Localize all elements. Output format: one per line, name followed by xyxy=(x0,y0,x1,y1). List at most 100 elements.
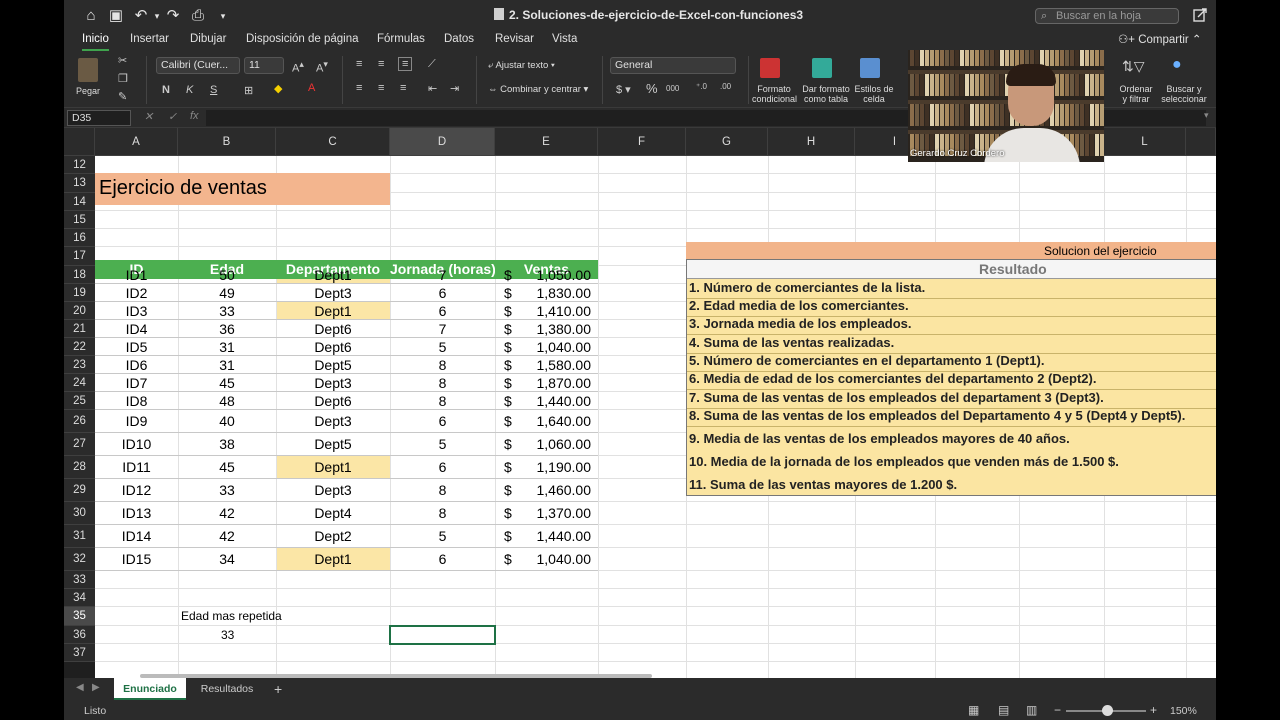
cell-dept[interactable]: Dept3 xyxy=(276,374,390,392)
cell-edad[interactable]: 49 xyxy=(178,284,276,302)
row-header-19[interactable]: 19 xyxy=(64,284,95,302)
cell-id[interactable]: ID5 xyxy=(95,338,178,356)
column-header-l[interactable]: L xyxy=(1104,128,1186,156)
cell-dept[interactable]: Dept4 xyxy=(276,502,390,525)
percent-icon[interactable]: % xyxy=(646,81,658,96)
copy-icon[interactable]: ❐ xyxy=(118,72,128,85)
collapse-ribbon-icon[interactable]: ⌃ xyxy=(1192,34,1202,46)
row-header-17[interactable]: 17 xyxy=(64,247,95,266)
decrease-decimal-icon[interactable]: .00 xyxy=(720,82,731,91)
row-header-18[interactable]: 18 xyxy=(64,266,95,284)
zoom-out-icon[interactable]: − xyxy=(1054,703,1061,717)
active-cell-d35[interactable] xyxy=(389,625,496,645)
align-right-icon[interactable]: ≡ xyxy=(400,82,406,94)
share-button[interactable]: ⚇+ Compartir ⌃ xyxy=(1118,32,1202,46)
cell-jornada[interactable]: 8 xyxy=(390,479,495,502)
cell-id[interactable]: ID13 xyxy=(95,502,178,525)
cell-edad[interactable]: 45 xyxy=(178,374,276,392)
cell-ventas[interactable]: 1,640.00 xyxy=(515,410,592,433)
select-all-corner[interactable] xyxy=(64,128,95,156)
orientation-icon[interactable]: ⟋ xyxy=(428,58,436,71)
zoom-in-icon[interactable]: + xyxy=(1150,703,1157,717)
row-header-15[interactable]: 15 xyxy=(64,211,95,229)
cell-id[interactable]: ID2 xyxy=(95,284,178,302)
cell-styles-icon[interactable] xyxy=(860,58,880,78)
home-icon[interactable]: ⌂ xyxy=(82,7,100,25)
cell-dept[interactable]: Dept6 xyxy=(276,392,390,410)
cell-jornada[interactable]: 8 xyxy=(390,356,495,374)
cell-edad[interactable]: 40 xyxy=(178,410,276,433)
cell-edad[interactable]: 33 xyxy=(178,479,276,502)
thousands-icon[interactable]: 000 xyxy=(666,84,679,93)
row-header-26[interactable]: 26 xyxy=(64,410,95,433)
enter-icon[interactable]: ✓ xyxy=(168,110,177,123)
cell-dept[interactable]: Dept5 xyxy=(276,433,390,456)
cell-id[interactable]: ID14 xyxy=(95,525,178,548)
name-box[interactable]: D35 xyxy=(67,110,131,126)
cell-edad[interactable]: 33 xyxy=(178,302,276,320)
cell-ventas[interactable]: 1,440.00 xyxy=(515,392,592,410)
decrease-font-icon[interactable]: A▾ xyxy=(316,59,328,75)
cell-ventas[interactable]: 1,410.00 xyxy=(515,302,592,320)
cell-id[interactable]: ID8 xyxy=(95,392,178,410)
row-header-32[interactable]: 32 xyxy=(64,548,95,571)
page-layout-view-icon[interactable]: ▤ xyxy=(998,703,1009,717)
customize-toolbar-icon[interactable]: ▾ xyxy=(214,7,232,25)
row-header-20[interactable]: 20 xyxy=(64,302,95,320)
sheet-tab-enunciado[interactable]: Enunciado xyxy=(114,678,186,700)
column-header-e[interactable]: E xyxy=(495,128,598,156)
cell-edad[interactable]: 38 xyxy=(178,433,276,456)
row-header-23[interactable]: 23 xyxy=(64,356,95,374)
search-sheet-input[interactable]: ⌕ Buscar en la hoja xyxy=(1035,8,1179,24)
column-header-h[interactable]: H xyxy=(768,128,855,156)
cell-id[interactable]: ID3 xyxy=(95,302,178,320)
next-sheet-icon[interactable]: ▶ xyxy=(92,682,100,693)
cell-dept[interactable]: Dept1 xyxy=(276,548,390,571)
cell-edad[interactable]: 50 xyxy=(178,266,276,284)
cell-jornada[interactable]: 7 xyxy=(390,320,495,338)
tab-revisar[interactable]: Revisar xyxy=(495,33,534,45)
borders-icon[interactable]: ⊞ xyxy=(244,84,253,97)
sort-filter-icon[interactable]: ⇅▽ xyxy=(1122,58,1145,75)
expand-formula-icon[interactable]: ▾ xyxy=(1204,110,1209,121)
cell-ventas[interactable]: 1,380.00 xyxy=(515,320,592,338)
tab-dibujar[interactable]: Dibujar xyxy=(190,33,226,45)
cell-jornada[interactable]: 7 xyxy=(390,266,495,284)
cell-edad[interactable]: 42 xyxy=(178,502,276,525)
cell-jornada[interactable]: 8 xyxy=(390,392,495,410)
print-icon[interactable]: ⎙ xyxy=(189,7,207,25)
cut-icon[interactable]: ✂ xyxy=(118,54,127,67)
cell-dept[interactable]: Dept1 xyxy=(276,302,390,320)
bold-icon[interactable]: N xyxy=(162,84,170,96)
prev-sheet-icon[interactable]: ◀ xyxy=(76,682,84,693)
row-header-16[interactable]: 16 xyxy=(64,229,95,247)
clipboard-icon[interactable] xyxy=(78,58,98,82)
align-top-icon[interactable]: ≡ xyxy=(356,58,362,70)
normal-view-icon[interactable]: ▦ xyxy=(968,703,979,717)
share-sheet-icon[interactable] xyxy=(1192,7,1208,23)
cell-jornada[interactable]: 6 xyxy=(390,456,495,479)
function-icon[interactable]: fx xyxy=(190,110,199,122)
row-header-22[interactable]: 22 xyxy=(64,338,95,356)
font-size-select[interactable]: 11 xyxy=(244,57,284,74)
currency-format-icon[interactable]: $ ▾ xyxy=(616,83,631,96)
cell-edad[interactable]: 31 xyxy=(178,356,276,374)
cell-edad[interactable]: 31 xyxy=(178,338,276,356)
cell-edad[interactable]: 34 xyxy=(178,548,276,571)
column-header-c[interactable]: C xyxy=(276,128,390,156)
cell-dept[interactable]: Dept1 xyxy=(276,456,390,479)
row-header-36[interactable]: 36 xyxy=(64,626,95,644)
cell-jornada[interactable]: 6 xyxy=(390,284,495,302)
italic-icon[interactable]: K xyxy=(186,84,193,96)
row-header-30[interactable]: 30 xyxy=(64,502,95,525)
row-header-25[interactable]: 25 xyxy=(64,392,95,410)
cell-jornada[interactable]: 8 xyxy=(390,374,495,392)
cell-edad[interactable]: 36 xyxy=(178,320,276,338)
tab-inicio[interactable]: Inicio xyxy=(82,33,109,51)
column-header-d[interactable]: D xyxy=(390,128,495,156)
redo-icon[interactable]: ↷ xyxy=(164,7,182,25)
format-painter-icon[interactable]: ✎ xyxy=(118,90,127,103)
cell-id[interactable]: ID7 xyxy=(95,374,178,392)
increase-decimal-icon[interactable]: ⁺.0 xyxy=(696,82,707,91)
increase-indent-icon[interactable]: ⇥ xyxy=(450,82,459,95)
